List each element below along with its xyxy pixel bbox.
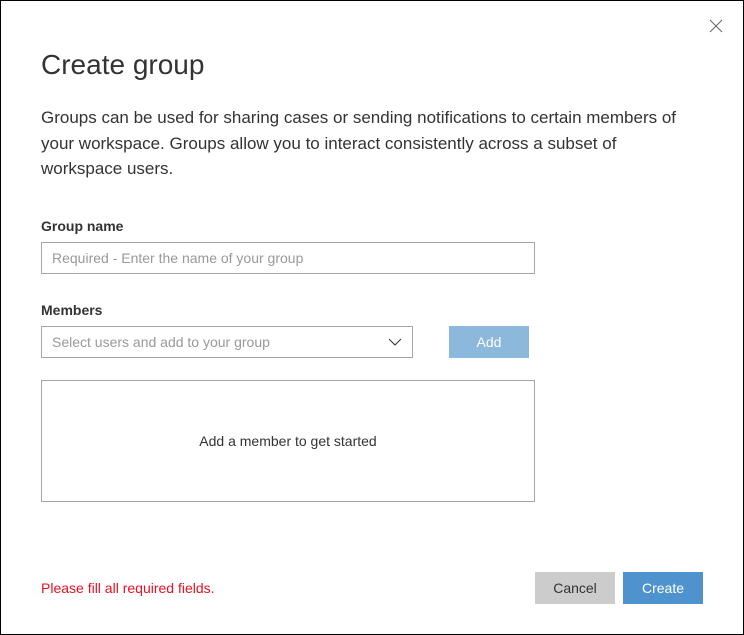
group-name-field: Group name <box>41 218 703 274</box>
members-label: Members <box>41 302 703 318</box>
members-select-placeholder: Select users and add to your group <box>52 334 270 350</box>
chevron-down-icon <box>388 338 402 346</box>
dialog-description: Groups can be used for sharing cases or … <box>41 105 701 182</box>
close-icon <box>709 19 723 33</box>
validation-error: Please fill all required fields. <box>41 580 215 596</box>
dialog-footer: Please fill all required fields. Cancel … <box>41 572 703 604</box>
cancel-button[interactable]: Cancel <box>535 572 615 604</box>
group-name-label: Group name <box>41 218 703 234</box>
members-select[interactable]: Select users and add to your group <box>41 326 413 358</box>
members-list-box: Add a member to get started <box>41 380 535 502</box>
close-button[interactable] <box>705 15 727 37</box>
create-button[interactable]: Create <box>623 572 703 604</box>
members-empty-message: Add a member to get started <box>199 433 376 449</box>
add-member-button[interactable]: Add <box>449 326 529 358</box>
dialog-title: Create group <box>41 49 703 81</box>
create-group-dialog: Create group Groups can be used for shar… <box>1 1 743 634</box>
group-name-input[interactable] <box>41 242 535 274</box>
members-field: Members Select users and add to your gro… <box>41 302 703 502</box>
